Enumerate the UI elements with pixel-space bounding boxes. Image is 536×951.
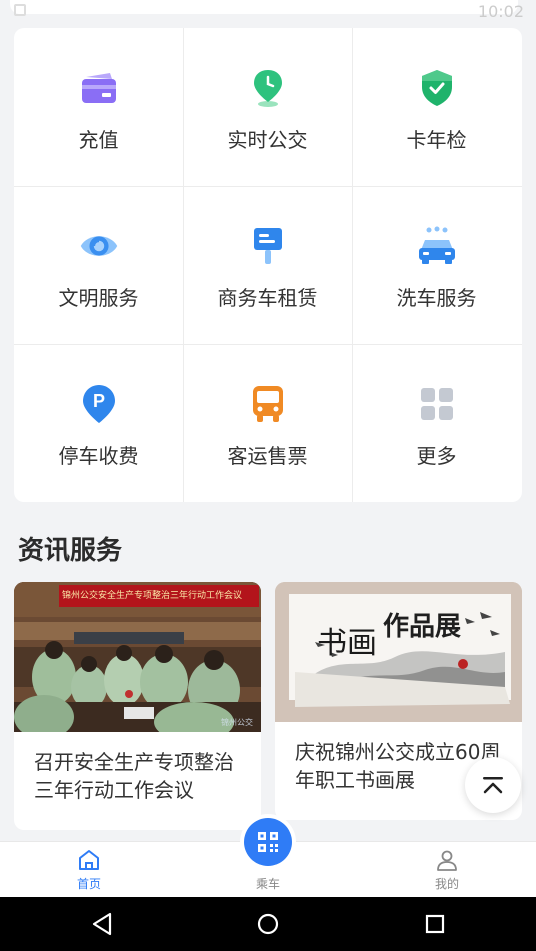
car-wash-icon — [417, 226, 457, 266]
svg-text:P: P — [92, 391, 104, 411]
tab-mine[interactable]: 我的 — [358, 842, 536, 898]
home-circle-icon[interactable] — [253, 909, 283, 939]
service-label: 洗车服务 — [396, 286, 477, 310]
news-watermark: 锦州公交 — [221, 718, 253, 727]
ride-qr-button[interactable] — [244, 818, 292, 866]
status-pill — [10, 0, 518, 14]
arrow-up-icon — [483, 777, 503, 794]
tab-label: 乘车 — [255, 877, 280, 891]
grid-icon — [417, 384, 457, 424]
parking-icon: P — [79, 384, 119, 424]
system-nav-bar — [0, 897, 536, 951]
notification-icon — [14, 4, 26, 16]
service-recharge[interactable]: 充值 — [14, 28, 183, 186]
news-image: 锦州公交安全生产专项整治三年行动工作会议 锦州公交 — [14, 582, 261, 732]
service-car-wash[interactable]: 洗车服务 — [352, 186, 521, 344]
section-title: 资讯服务 — [18, 536, 123, 566]
service-card-inspection[interactable]: 卡年检 — [352, 28, 521, 186]
back-icon[interactable] — [88, 909, 118, 939]
sign-icon — [248, 226, 288, 266]
qr-code-icon — [258, 832, 278, 852]
bus-icon — [248, 384, 288, 424]
news-banner-text: 锦州公交安全生产专项整治三年行动工作会议 — [62, 591, 243, 601]
service-label: 文明服务 — [58, 286, 139, 310]
clock-pin-icon — [248, 68, 288, 108]
news-image: 作品展 书画 — [275, 582, 522, 722]
service-label: 卡年检 — [406, 128, 467, 152]
status-bar: 10:02 — [0, 0, 536, 21]
service-label: 实时公交 — [227, 128, 308, 152]
tab-label: 首页 — [76, 877, 101, 891]
service-label: 商务车租赁 — [217, 286, 318, 310]
shield-check-icon — [417, 68, 457, 108]
news-card[interactable]: 锦州公交安全生产专项整治三年行动工作会议 锦州公交 召开安全生产专项整治三年行动… — [14, 582, 261, 830]
news-title: 召开安全生产专项整治三年行动工作会议 — [34, 750, 234, 802]
service-label: 充值 — [78, 128, 119, 152]
service-label: 客运售票 — [227, 444, 308, 468]
service-label: 停车收费 — [58, 444, 139, 468]
home-icon — [79, 850, 99, 870]
service-coach-tickets[interactable]: 客运售票 — [183, 344, 352, 502]
status-time: 10:02 — [477, 2, 524, 21]
wallet-icon — [79, 68, 119, 108]
service-more[interactable]: 更多 — [352, 344, 521, 502]
eye-icon — [79, 226, 119, 266]
tab-label: 我的 — [434, 877, 459, 891]
back-to-top-button[interactable] — [465, 757, 521, 813]
service-label: 更多 — [416, 444, 457, 468]
user-icon — [437, 850, 457, 871]
service-civilized[interactable]: 文明服务 — [14, 186, 183, 344]
services-grid: 充值 实时公交 卡年检 文明服务 商务车租赁 洗车服务 P 停车收费 客运售票 … — [14, 28, 522, 502]
news-banner-text: 作品展 — [383, 612, 462, 642]
service-realtime-bus[interactable]: 实时公交 — [183, 28, 352, 186]
service-parking-fee[interactable]: P 停车收费 — [14, 344, 183, 502]
recents-icon[interactable] — [420, 909, 450, 939]
news-calligraphy: 书画 — [317, 626, 377, 661]
service-business-car-rental[interactable]: 商务车租赁 — [183, 186, 352, 344]
tab-home[interactable]: 首页 — [0, 842, 178, 898]
